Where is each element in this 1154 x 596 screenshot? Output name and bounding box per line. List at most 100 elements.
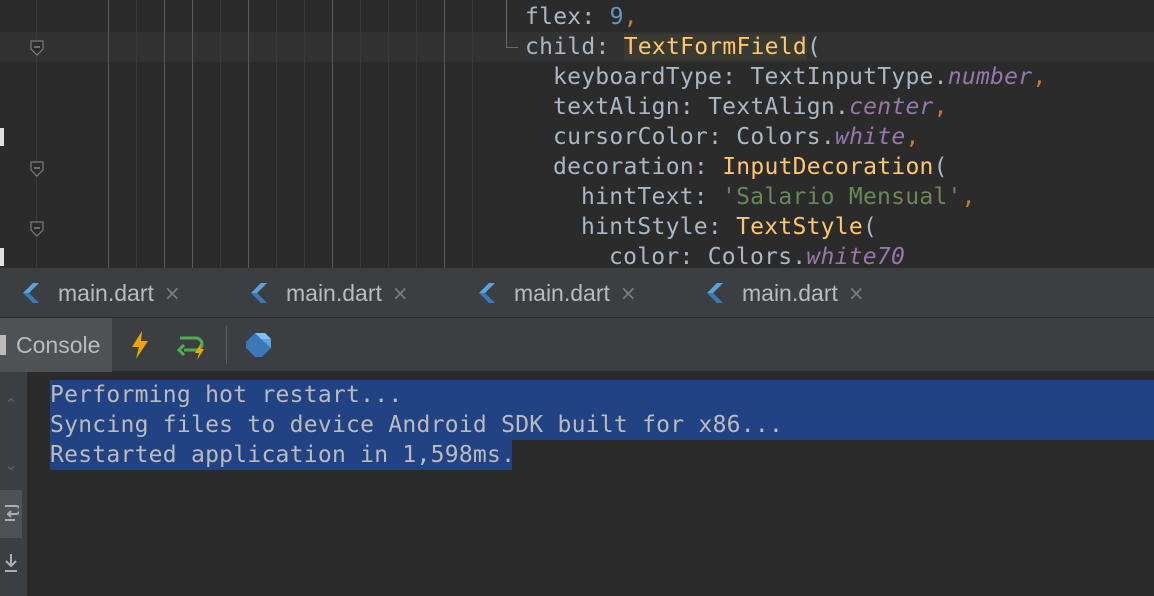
code-token: , — [1032, 64, 1047, 90]
code-token: textAlign — [553, 94, 680, 120]
fold-icon[interactable] — [30, 221, 44, 237]
scroll-down-icon[interactable]: ⌄ — [0, 454, 22, 474]
code-token: number — [947, 64, 1033, 90]
code-token: flex — [525, 4, 582, 30]
editor-tab-bar: main.dart × main.dart × main.dart × main… — [0, 268, 1154, 318]
code-token: TextInputType. — [750, 64, 948, 90]
code-token: center — [849, 94, 934, 120]
indent-guide — [360, 0, 361, 268]
code-token: TextStyle — [736, 214, 863, 240]
indent-guide — [164, 0, 165, 268]
code-editor[interactable]: flex: 9, child: TextFormField(keyboardTyp… — [0, 0, 1154, 268]
code-token: child — [525, 34, 596, 60]
indent-guide — [248, 0, 249, 268]
code-token: : — [722, 64, 751, 90]
code-token: ( — [806, 34, 822, 60]
code-token: : — [595, 34, 624, 60]
code-token: white70 — [806, 244, 906, 268]
indent-guide — [444, 0, 445, 268]
code-token: ( — [862, 214, 878, 240]
code-token: , — [961, 184, 976, 210]
console-output[interactable]: Performing hot restart... Syncing files … — [28, 372, 1154, 596]
code-token: : — [708, 124, 737, 150]
code-line: textAlign: TextAlign.center, — [553, 92, 948, 122]
scroll-up-icon[interactable]: ⌃ — [0, 394, 22, 414]
indent-guide — [332, 0, 333, 268]
code-token: : — [693, 184, 722, 210]
code-token: 'Salario Mensual' — [721, 184, 962, 210]
editor-tab[interactable]: main.dart × — [476, 268, 637, 318]
console-line: Syncing files to device Android SDK buil… — [50, 412, 784, 438]
soft-wrap-icon[interactable] — [0, 490, 22, 538]
code-token: TextFormField — [623, 34, 807, 60]
code-token: InputDecoration — [722, 154, 934, 180]
indent-guide — [388, 0, 389, 268]
indent-guide — [304, 0, 305, 268]
code-token: : — [693, 154, 723, 180]
code-token: decoration — [553, 154, 694, 180]
code-line: child: TextFormField( — [525, 32, 821, 62]
code-token: hintStyle — [581, 214, 708, 240]
code-token: 9 — [609, 4, 624, 30]
fold-icon[interactable] — [30, 40, 44, 56]
editor-tab[interactable]: main.dart × — [248, 268, 409, 318]
indent-guide — [136, 0, 137, 268]
scope-guide — [506, 47, 518, 48]
code-line: hintStyle: TextStyle( — [581, 212, 877, 242]
console-line: Restarted application in 1,598ms. — [50, 442, 516, 468]
code-token: : — [679, 94, 709, 120]
console-line: Performing hot restart... — [50, 382, 403, 408]
dart-file-icon — [704, 280, 730, 306]
tab-label: main.dart — [58, 279, 154, 306]
console-toolbar: Console — [0, 318, 1154, 372]
hot-reload-icon[interactable] — [124, 329, 156, 361]
code-token: Colors. — [736, 124, 835, 150]
console-tab[interactable]: Console — [0, 318, 112, 372]
tab-label: main.dart — [742, 279, 838, 306]
dart-file-icon — [20, 280, 46, 306]
code-token: hintText — [581, 184, 694, 210]
code-token: : — [679, 244, 708, 268]
editor-tab[interactable]: main.dart × — [704, 268, 865, 318]
gutter-marker — [0, 128, 4, 146]
code-token: , — [623, 4, 638, 30]
indent-guide — [416, 0, 417, 268]
scope-guide — [506, 0, 507, 48]
close-icon[interactable]: × — [164, 281, 181, 305]
code-token: , — [905, 124, 920, 150]
code-token: : — [707, 214, 737, 240]
close-icon[interactable]: × — [620, 281, 637, 305]
console-tab-label: Console — [16, 331, 101, 358]
indent-guide — [108, 0, 109, 268]
dart-file-icon — [476, 280, 502, 306]
indent-guide — [192, 0, 193, 268]
code-line: cursorColor: Colors.white, — [553, 122, 920, 152]
code-token: TextAlign. — [708, 94, 850, 120]
code-line: hintText: 'Salario Mensual', — [581, 182, 976, 212]
code-token: cursorColor — [553, 124, 709, 150]
indent-guide — [220, 0, 221, 268]
fold-icon[interactable] — [30, 161, 44, 177]
code-token: , — [933, 94, 948, 120]
code-line: keyboardType: TextInputType.number, — [553, 62, 1046, 92]
scroll-to-end-icon[interactable] — [0, 548, 22, 578]
close-icon[interactable]: × — [848, 281, 865, 305]
tab-marker — [0, 335, 6, 355]
tab-label: main.dart — [286, 279, 382, 306]
code-token: white — [834, 124, 906, 150]
indent-guide — [276, 0, 277, 268]
editor-tab[interactable]: main.dart × — [20, 268, 181, 318]
toolbar-separator — [226, 326, 227, 364]
code-token: ( — [933, 154, 948, 180]
hot-restart-icon[interactable] — [176, 329, 208, 361]
code-token: color — [609, 244, 680, 268]
console-side-toolbar: ⌃ ⌄ — [0, 372, 28, 596]
dart-devtools-icon[interactable] — [242, 329, 274, 361]
gutter-marker — [0, 248, 4, 266]
code-token: : — [581, 4, 610, 30]
close-icon[interactable]: × — [392, 281, 409, 305]
indent-guide — [472, 0, 473, 268]
tab-label: main.dart — [514, 279, 610, 306]
dart-file-icon — [248, 280, 274, 306]
code-line: color: Colors.white70 — [609, 242, 905, 268]
